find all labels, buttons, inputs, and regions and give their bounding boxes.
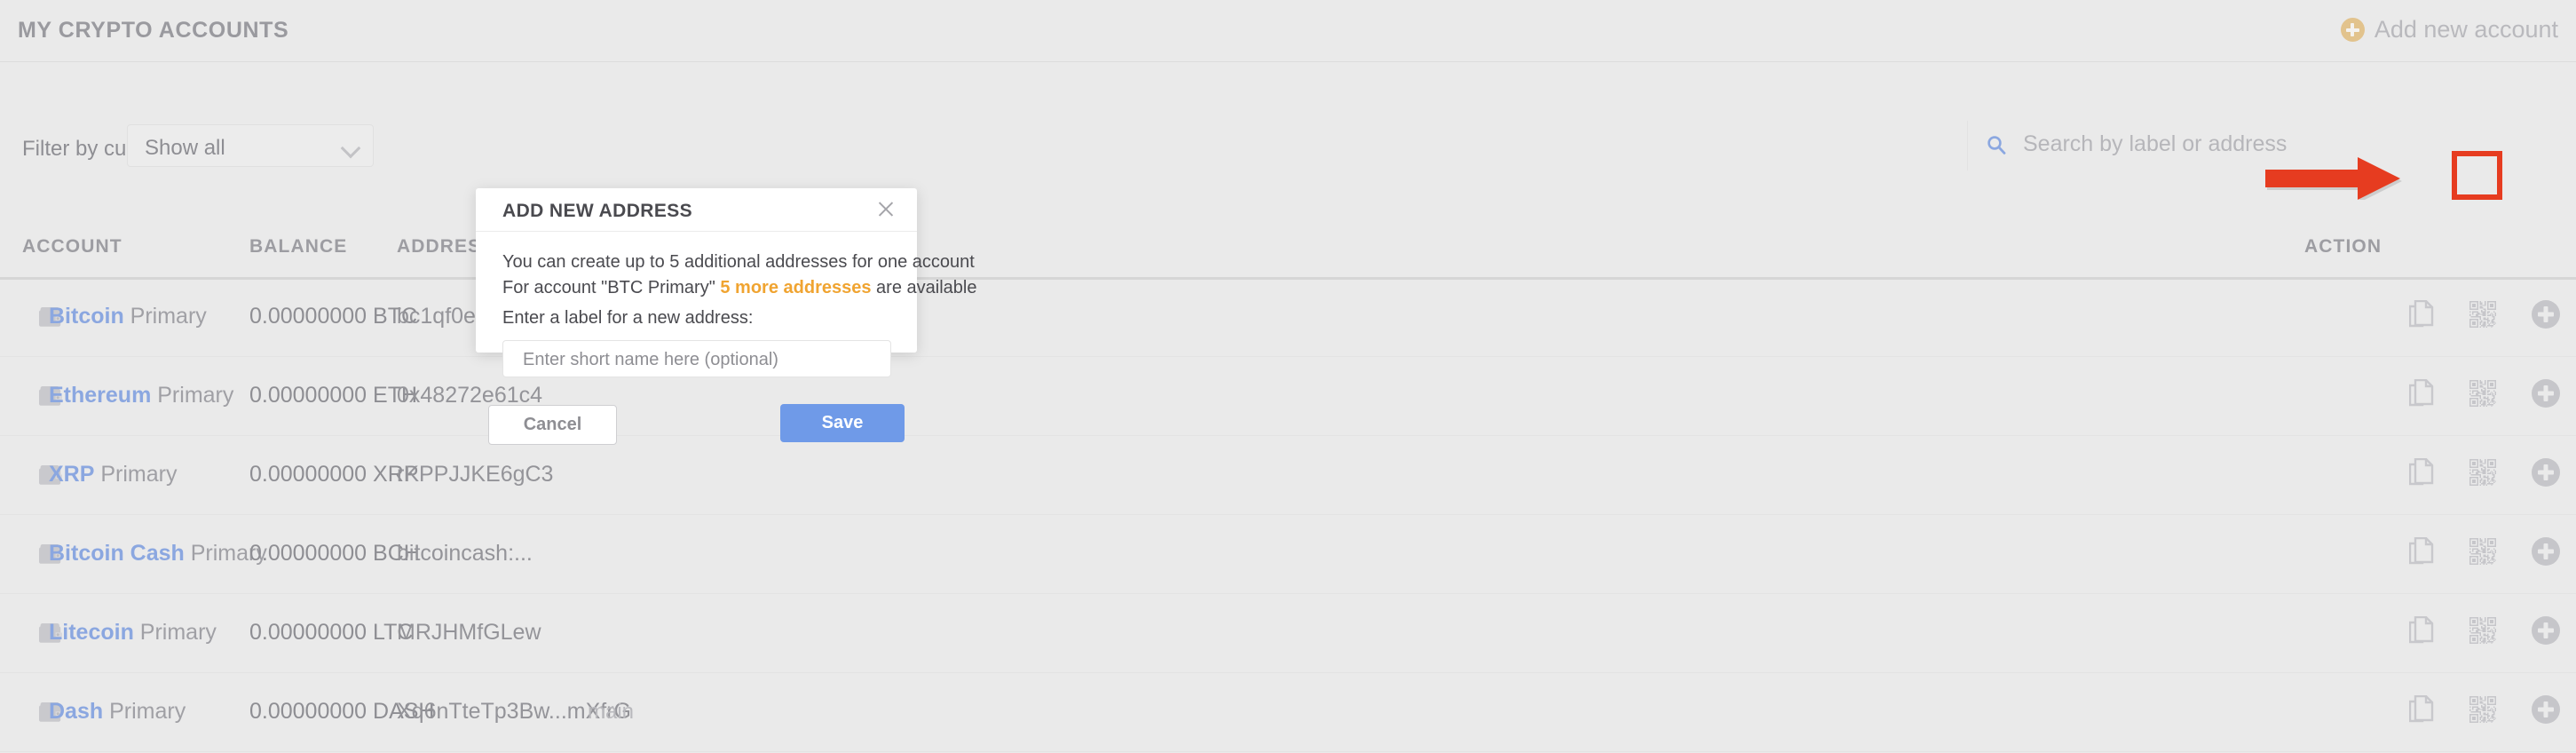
qr-code-icon[interactable] (2469, 459, 2496, 486)
add-new-address-modal: ADD NEW ADDRESS You can create up to 5 a… (476, 188, 976, 445)
account-coin-name[interactable]: Bitcoin (49, 304, 124, 329)
copy-icon[interactable] (2408, 299, 2434, 329)
modal-title: ADD NEW ADDRESS (502, 201, 693, 221)
modal-label-prompt: Enter a label for a new address: (502, 308, 754, 328)
cancel-button[interactable]: Cancel (488, 405, 617, 445)
copy-icon[interactable] (2408, 694, 2434, 724)
row-actions (2408, 615, 2560, 645)
search-icon (1986, 134, 2007, 155)
modal-line2-post: are available (871, 278, 977, 297)
table-row[interactable]: Litecoin Primary 0.00000000 LTC MRJHMfGLew (0, 593, 2576, 673)
account-cell: Dash Primary (49, 699, 186, 725)
filter-toolbar: Filter by currency: Show all Search by l… (0, 62, 2576, 170)
account-cell: Bitcoin Cash Primary (49, 541, 267, 567)
balance-cell: 0.00000000 LTC (249, 620, 414, 645)
copy-icon[interactable] (2408, 615, 2434, 645)
modal-info-line-2: For account "BTC Primary" 5 more address… (502, 278, 976, 298)
add-address-button[interactable] (2532, 300, 2560, 329)
balance-cell: 0.00000000 XRP (249, 462, 419, 487)
table-header: ACCOUNT BALANCE ADDRESS ACTION (0, 224, 2576, 280)
account-coin-name[interactable]: Ethereum (49, 383, 151, 408)
column-header-account: ACCOUNT (22, 236, 122, 257)
page-title: MY CRYPTO ACCOUNTS (18, 18, 289, 43)
table-row[interactable]: Bitcoin Primary 0.00000000 BTC bc1qf0egtqn… (0, 277, 2576, 357)
circle-plus-icon (2340, 18, 2365, 42)
add-address-button[interactable] (2532, 458, 2560, 487)
search-placeholder: Search by label or address (2023, 131, 2288, 156)
address-tag: main (588, 700, 635, 724)
chevron-down-icon (340, 138, 361, 159)
modal-info-line-1: You can create up to 5 additional addres… (502, 252, 975, 272)
add-address-button[interactable] (2532, 379, 2560, 408)
column-header-action: ACTION (2304, 236, 2382, 257)
add-new-account-label: Add new account (2374, 16, 2558, 43)
address-label-input[interactable]: Enter short name here (optional) (502, 340, 891, 377)
close-icon[interactable] (874, 197, 897, 220)
modal-addresses-remaining: 5 more addresses (720, 278, 872, 297)
qr-code-icon[interactable] (2469, 380, 2496, 407)
table-row[interactable]: Dash Primary 0.00000000 DASH Xq6nTteTp3Bw.… (0, 672, 2576, 752)
row-actions (2408, 536, 2560, 566)
qr-code-icon[interactable] (2469, 301, 2496, 328)
crypto-accounts-page: MY CRYPTO ACCOUNTS Add new account Filte… (0, 0, 2576, 753)
row-actions (2408, 299, 2560, 329)
modal-header: ADD NEW ADDRESS (476, 188, 917, 232)
column-header-balance: BALANCE (249, 236, 348, 257)
qr-code-icon[interactable] (2469, 538, 2496, 565)
copy-icon[interactable] (2408, 457, 2434, 487)
account-coin-name[interactable]: XRP (49, 462, 94, 487)
account-coin-name[interactable]: Dash (49, 699, 103, 724)
copy-icon[interactable] (2408, 378, 2434, 408)
qr-code-icon[interactable] (2469, 696, 2496, 723)
balance-cell: 0.00000000 BCH (249, 541, 420, 566)
table-row[interactable]: Bitcoin Cash Primary 0.00000000 BCH bitcoi… (0, 514, 2576, 594)
modal-line2-pre: For account "BTC Primary" (502, 278, 721, 297)
row-actions (2408, 378, 2560, 408)
table-row[interactable]: XRP Primary 0.00000000 XRP rKPPJJKE6gC3 (0, 435, 2576, 515)
account-coin-name[interactable]: Bitcoin Cash (49, 541, 185, 566)
account-cell: Litecoin Primary (49, 620, 217, 646)
account-cell: Bitcoin Primary (49, 304, 207, 329)
account-label: Primary (151, 383, 234, 408)
address-label-placeholder: Enter short name here (optional) (523, 350, 778, 369)
currency-filter-select[interactable]: Show all (127, 124, 374, 167)
copy-icon[interactable] (2408, 536, 2434, 566)
account-label: Primary (94, 462, 178, 487)
add-address-button[interactable] (2532, 537, 2560, 566)
address-cell: bitcoincash:... (397, 541, 533, 566)
qr-code-icon[interactable] (2469, 617, 2496, 644)
account-cell: Ethereum Primary (49, 383, 233, 408)
page-header: MY CRYPTO ACCOUNTS Add new account (0, 0, 2576, 62)
account-label: Primary (123, 304, 207, 329)
balance-cell: 0.00000000 ETH (249, 383, 418, 408)
add-new-account-button[interactable]: Add new account (2340, 16, 2558, 44)
currency-filter-value: Show all (145, 136, 225, 160)
account-label: Primary (103, 699, 186, 724)
row-actions (2408, 457, 2560, 487)
account-coin-name[interactable]: Litecoin (49, 620, 134, 645)
table-row[interactable]: Ethereum Primary 0.00000000 ETH 0x48272e61… (0, 356, 2576, 436)
address-cell: rKPPJJKE6gC3 (397, 462, 554, 487)
account-label: Primary (133, 620, 217, 645)
save-button[interactable]: Save (780, 404, 905, 442)
balance-cell: 0.00000000 BTC (249, 304, 418, 329)
address-cell: MRJHMfGLew (397, 620, 541, 645)
add-address-button[interactable] (2532, 695, 2560, 724)
row-actions (2408, 694, 2560, 724)
account-cell: XRP Primary (49, 462, 177, 487)
search-input[interactable]: Search by label or address (1967, 121, 2576, 170)
add-address-button[interactable] (2532, 616, 2560, 645)
